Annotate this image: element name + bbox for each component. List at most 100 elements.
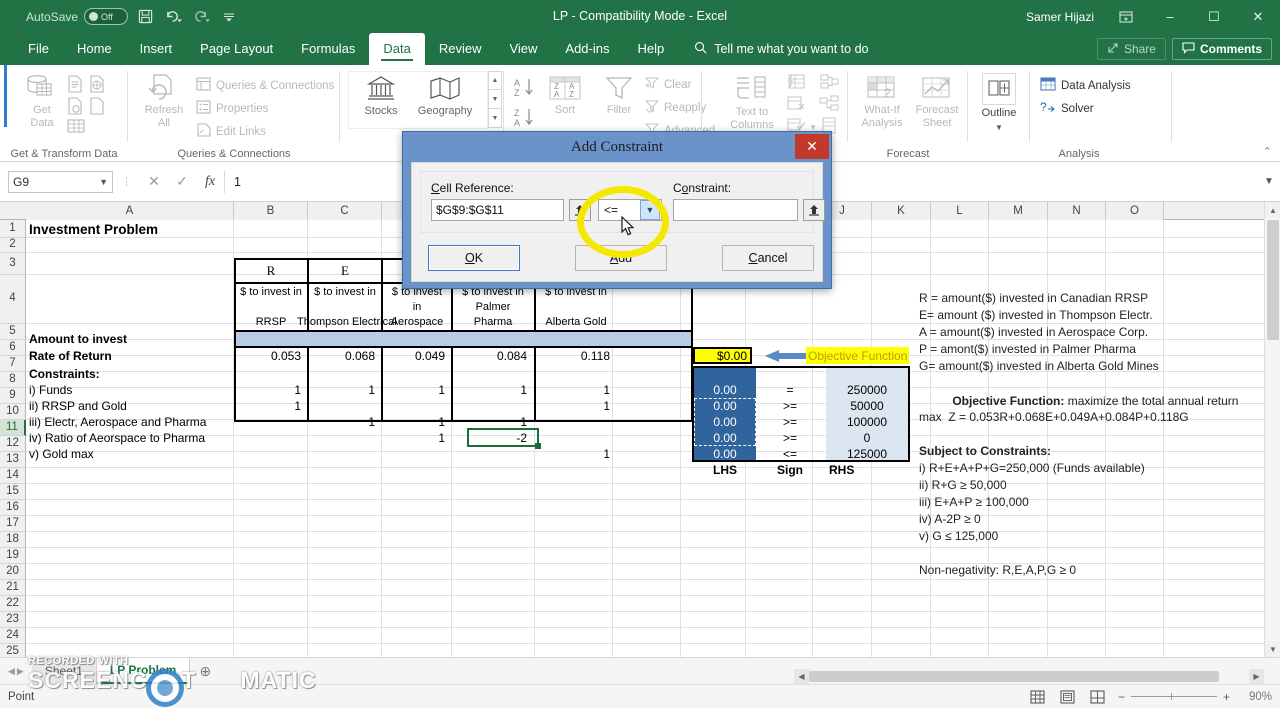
data-analysis-button[interactable]: Data Analysis: [1040, 75, 1131, 96]
row-header-11[interactable]: 11: [0, 420, 26, 436]
chevron-down-icon[interactable]: ▼: [99, 177, 108, 187]
outline-dropdown-icon[interactable]: ▼: [995, 121, 1003, 134]
tab-formulas[interactable]: Formulas: [287, 33, 369, 65]
row-header-15[interactable]: 15: [0, 484, 26, 500]
row-header-21[interactable]: 21: [0, 580, 26, 596]
cell-G12[interactable]: 0.00: [694, 446, 756, 461]
cell-E10[interactable]: 1: [454, 414, 530, 429]
queries-connections-button[interactable]: Queries & Connections: [196, 75, 334, 96]
cell-D10[interactable]: 1: [384, 414, 448, 429]
existing-connections-icon[interactable]: [67, 119, 85, 136]
normal-view-icon[interactable]: [1028, 688, 1048, 706]
comments-button[interactable]: Comments: [1171, 38, 1272, 60]
row-header-3[interactable]: 3: [0, 253, 26, 275]
hscroll-track[interactable]: [809, 669, 1249, 684]
properties-button[interactable]: Properties: [196, 98, 268, 119]
column-header-K[interactable]: K: [872, 202, 931, 220]
hscroll-left-arrow[interactable]: ◀: [794, 669, 809, 684]
name-box[interactable]: G9 ▼: [8, 170, 113, 193]
zoom-in-button[interactable]: +: [1223, 690, 1230, 704]
maximize-button[interactable]: ☐: [1192, 0, 1236, 33]
stocks-button[interactable]: Stocks: [352, 75, 410, 118]
column-header-N[interactable]: N: [1048, 202, 1106, 220]
cell-F6[interactable]: 0.118: [537, 348, 613, 363]
cancel-button[interactable]: Cancel: [722, 245, 814, 271]
cell-B9[interactable]: 1: [236, 398, 304, 413]
relationships-icon[interactable]: [819, 95, 839, 116]
tab-view[interactable]: View: [495, 33, 551, 65]
row-header-13[interactable]: 13: [0, 452, 26, 468]
sort-ascending-icon[interactable]: AZ: [514, 77, 536, 102]
refresh-all-button[interactable]: Refresh All: [138, 73, 190, 130]
cell-F9[interactable]: 1: [537, 398, 613, 413]
cell-H9[interactable]: >=: [759, 398, 821, 413]
edit-links-button[interactable]: Edit Links: [196, 121, 266, 142]
dialog-close-button[interactable]: ✕: [795, 134, 829, 159]
row-header-12[interactable]: 12: [0, 436, 26, 452]
cell-B3[interactable]: R: [236, 259, 306, 283]
row-header-19[interactable]: 19: [0, 548, 26, 564]
cell-A11[interactable]: iv) Ratio of Aeorspace to Pharma: [26, 430, 231, 445]
column-header-L[interactable]: L: [931, 202, 989, 220]
cell-I8[interactable]: 250000: [826, 382, 908, 397]
forecast-sheet-button[interactable]: Forecast Sheet: [910, 75, 964, 130]
row-header-9[interactable]: 9: [0, 388, 26, 404]
data-types-more[interactable]: ▼: [488, 109, 502, 128]
cell-A9[interactable]: ii) RRSP and Gold: [26, 398, 231, 413]
horizontal-scroll-thumb[interactable]: [809, 671, 1219, 682]
cell-H8[interactable]: =: [759, 382, 821, 397]
cell-A12[interactable]: v) Gold max: [26, 446, 231, 461]
cell-F4[interactable]: $ to invest in Alberta Gold: [537, 285, 615, 330]
tab-data[interactable]: Data: [369, 33, 425, 65]
cell-D8[interactable]: 1: [384, 382, 448, 397]
insert-function-icon[interactable]: fx: [196, 171, 224, 193]
cell-C10[interactable]: 1: [310, 414, 378, 429]
cell-G6-objective-value[interactable]: $0.00: [693, 347, 752, 364]
sheet-nav-next-icon[interactable]: ▶: [17, 666, 24, 677]
clear-filter-button[interactable]: Clear: [644, 74, 691, 95]
hscroll-right-arrow[interactable]: ▶: [1249, 669, 1264, 684]
cell-E4[interactable]: $ to invest in Palmer Pharma: [454, 285, 532, 330]
cell-A5[interactable]: Amount to invest: [26, 332, 226, 346]
cell-I6-objective-label[interactable]: Objective Function: [806, 347, 910, 364]
tab-page-layout[interactable]: Page Layout: [186, 33, 287, 65]
add-sheet-icon[interactable]: ⊕: [190, 658, 220, 684]
cancel-icon[interactable]: ✕: [140, 171, 168, 193]
flash-fill-icon[interactable]: [786, 73, 806, 94]
row-header-23[interactable]: 23: [0, 612, 26, 628]
row-header-16[interactable]: 16: [0, 500, 26, 516]
remove-duplicates-icon[interactable]: [786, 95, 806, 116]
from-text-csv-icon[interactable]: [67, 75, 83, 96]
outline-button[interactable]: Outline ▼: [976, 73, 1022, 134]
tab-help[interactable]: Help: [623, 33, 678, 65]
row-header-18[interactable]: 18: [0, 532, 26, 548]
zoom-level[interactable]: 90%: [1240, 691, 1272, 703]
row-header-24[interactable]: 24: [0, 628, 26, 644]
cell-A6[interactable]: Rate of Return: [26, 348, 226, 363]
sheet-nav-prev-icon[interactable]: ◀: [8, 666, 15, 677]
row-header-8[interactable]: 8: [0, 372, 26, 388]
reapply-button[interactable]: Reapply: [644, 97, 706, 118]
vertical-scrollbar[interactable]: ▲ ▼: [1264, 202, 1280, 657]
data-types-scroll-up[interactable]: ▲: [488, 71, 502, 90]
cell-F12[interactable]: 1: [537, 446, 613, 461]
constraint-input[interactable]: [673, 199, 798, 221]
column-header-O[interactable]: O: [1106, 202, 1164, 220]
input-cells-range[interactable]: [236, 332, 691, 346]
row-header-22[interactable]: 22: [0, 596, 26, 612]
cell-C3[interactable]: E: [310, 259, 380, 283]
from-table-range-icon[interactable]: [67, 97, 83, 118]
page-break-preview-icon[interactable]: [1088, 688, 1108, 706]
page-layout-view-icon[interactable]: [1058, 688, 1078, 706]
cell-B6[interactable]: 0.053: [236, 348, 304, 363]
cell-G9[interactable]: 0.00: [694, 398, 756, 413]
sort-button[interactable]: ZAAZ Sort: [544, 75, 586, 117]
share-button[interactable]: Share: [1096, 38, 1166, 60]
zoom-slider[interactable]: − +: [1118, 690, 1230, 704]
cell-F8[interactable]: 1: [537, 382, 613, 397]
cell-H11[interactable]: >=: [759, 430, 821, 445]
cell-A1[interactable]: Investment Problem: [26, 220, 226, 239]
column-header-A[interactable]: A: [26, 202, 234, 220]
cell-I9[interactable]: 50000: [826, 398, 908, 413]
zoom-out-button[interactable]: −: [1118, 690, 1125, 704]
